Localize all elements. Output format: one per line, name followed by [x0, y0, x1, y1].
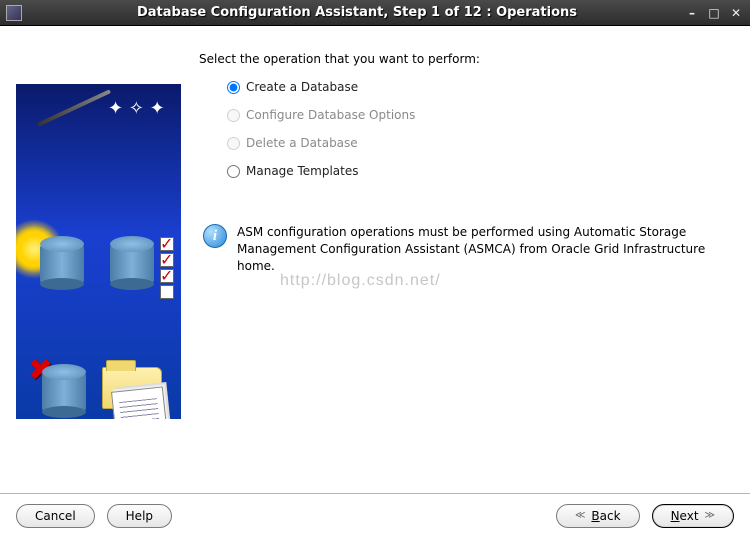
info-block: i ASM configuration operations must be p…: [203, 224, 728, 274]
watermark-text: http://blog.csdn.net/: [280, 272, 441, 290]
button-label-rest: ext: [680, 509, 699, 523]
radio-configure-options: Configure Database Options: [227, 108, 734, 122]
chevron-right-icon: ≫: [705, 510, 715, 521]
operation-radio-group: Create a Database Configure Database Opt…: [227, 80, 734, 178]
button-label: Help: [126, 509, 153, 523]
minimize-icon[interactable]: –: [684, 6, 700, 20]
main-panel: Select the operation that you want to pe…: [199, 44, 734, 492]
database-icon: [110, 244, 154, 284]
close-icon[interactable]: ✕: [728, 6, 744, 20]
info-icon: i: [203, 224, 227, 248]
radio-label: Create a Database: [246, 80, 358, 94]
wand-icon: [37, 89, 111, 126]
help-button[interactable]: Help: [107, 504, 172, 528]
checklist-icon: [160, 237, 174, 299]
content-area: ✦ ✧ ✦ ✖ Select the operation that you wa…: [0, 26, 750, 492]
radio-delete-database: Delete a Database: [227, 136, 734, 150]
sparkle-icon: ✦ ✧ ✦: [108, 98, 165, 119]
maximize-icon[interactable]: □: [706, 6, 722, 20]
chevron-left-icon: ≪: [575, 510, 585, 521]
radio-create-database[interactable]: Create a Database: [227, 80, 734, 94]
title-bar: Database Configuration Assistant, Step 1…: [0, 0, 750, 26]
document-stack-icon: [111, 386, 169, 419]
radio-input-manage[interactable]: [227, 165, 240, 178]
radio-input-configure: [227, 109, 240, 122]
window-title: Database Configuration Assistant, Step 1…: [30, 5, 684, 20]
prompt-text: Select the operation that you want to pe…: [199, 52, 734, 66]
radio-label: Configure Database Options: [246, 108, 415, 122]
button-label: Cancel: [35, 509, 76, 523]
next-button[interactable]: Next ≫: [652, 504, 734, 528]
database-icon: [42, 372, 86, 412]
radio-label: Manage Templates: [246, 164, 359, 178]
app-icon: [6, 5, 22, 21]
cancel-button[interactable]: Cancel: [16, 504, 95, 528]
database-icon: [40, 244, 84, 284]
radio-input-create[interactable]: [227, 81, 240, 94]
radio-input-delete: [227, 137, 240, 150]
wizard-banner-image: ✦ ✧ ✦ ✖: [16, 84, 181, 419]
button-label-rest: ack: [600, 509, 621, 523]
radio-manage-templates[interactable]: Manage Templates: [227, 164, 734, 178]
wizard-footer: Cancel Help ≪ Back Next ≫: [0, 493, 750, 537]
info-text: ASM configuration operations must be per…: [237, 224, 728, 274]
back-button[interactable]: ≪ Back: [556, 504, 640, 528]
window-controls: – □ ✕: [684, 6, 744, 20]
radio-label: Delete a Database: [246, 136, 358, 150]
